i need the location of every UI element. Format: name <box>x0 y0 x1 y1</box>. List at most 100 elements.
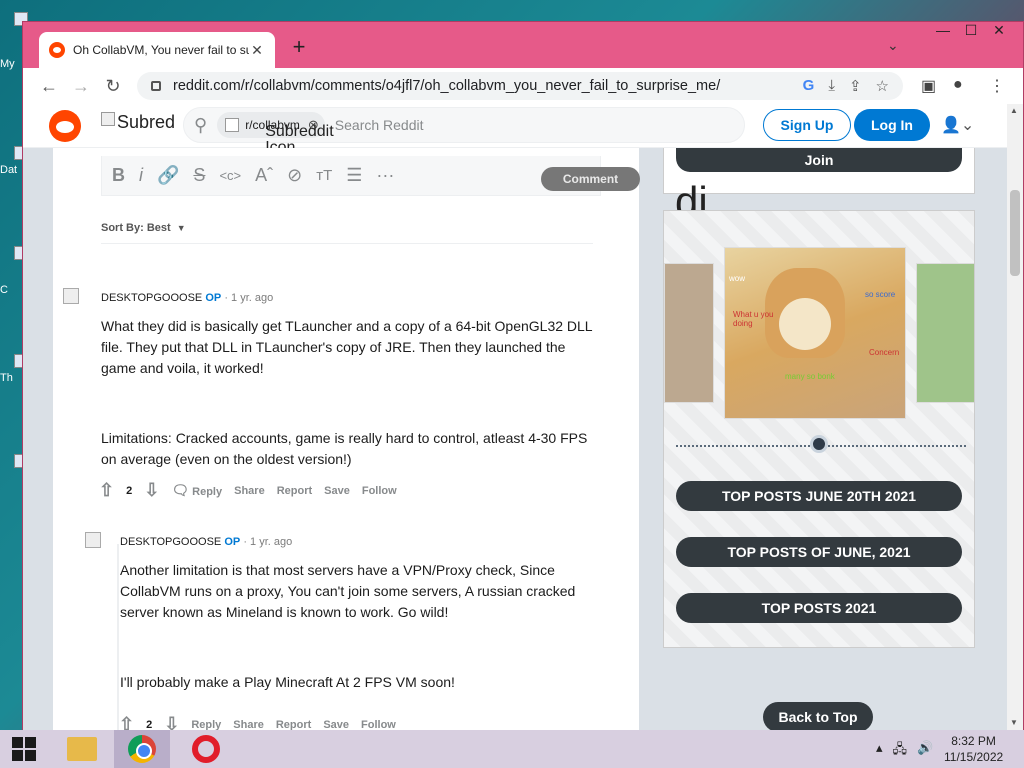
comment-author[interactable]: DESKTOPGOOOSE <box>101 292 202 304</box>
url-text[interactable]: reddit.com/r/collabvm/comments/o4jfl7/oh… <box>173 78 803 94</box>
tab-close-icon[interactable]: ✕ <box>249 42 265 59</box>
bookmark-star-icon[interactable]: ☆ <box>876 77 889 95</box>
new-tab-button[interactable]: + <box>287 36 311 60</box>
meme-text: wow <box>729 274 746 283</box>
sort-dropdown[interactable]: Sort By: Best ▼ <box>101 222 186 234</box>
save-button[interactable]: Save <box>323 719 349 731</box>
comment-paragraph: Another limitation is that most servers … <box>120 562 576 620</box>
reload-icon[interactable]: ↻ <box>97 76 129 97</box>
subreddit-broken-image[interactable]: Subred <box>101 112 175 133</box>
comment-time[interactable]: · 1 yr. ago <box>243 536 292 548</box>
carousel-slide-prev[interactable] <box>664 263 714 403</box>
maximize-button[interactable]: ☐ <box>957 22 985 46</box>
desktop-icon-label-c: C <box>0 284 8 296</box>
desktop-icon-other[interactable] <box>0 454 28 468</box>
taskbar-chrome[interactable] <box>114 730 170 768</box>
comment-actions: ⇧ 2 ⇩ 🗨 Reply Share Report Save Follow <box>99 480 397 501</box>
reply-button[interactable]: Reply <box>191 719 221 731</box>
report-button[interactable]: Report <box>277 485 312 497</box>
desktop-icon-th[interactable] <box>0 354 28 368</box>
back-to-top-button[interactable]: Back to Top <box>763 702 873 731</box>
avatar[interactable] <box>63 288 79 304</box>
search-bar[interactable]: ⚲ r/collabvm ⊗ Subreddit Icon Search Red… <box>183 107 745 156</box>
follow-button[interactable]: Follow <box>361 719 396 731</box>
downvote-icon[interactable]: ⇩ <box>164 714 179 731</box>
desktop-icon-label-my: My <box>0 58 15 70</box>
close-window-button[interactable]: ✕ <box>985 22 1013 46</box>
avatar[interactable] <box>85 532 101 548</box>
forward-arrow-icon[interactable]: → <box>65 76 97 97</box>
doge-meme-image[interactable]: wow so score What u you doing Concern ma… <box>724 247 906 419</box>
chat-bubble-icon: 🗨 <box>171 482 190 498</box>
profile-icon[interactable]: ● <box>953 76 963 94</box>
more-options-icon[interactable]: ··· <box>376 165 394 186</box>
heading-icon[interactable]: тT <box>316 167 332 184</box>
comment-time[interactable]: · 1 yr. ago <box>224 292 273 304</box>
tab-title: Oh CollabVM, You never fail to su <box>73 43 249 57</box>
scroll-down-icon[interactable]: ▼ <box>1010 718 1018 727</box>
taskbar-opera[interactable] <box>178 730 234 768</box>
carousel-indicator[interactable] <box>810 435 828 453</box>
volume-icon[interactable]: 🔊 <box>917 740 933 762</box>
comment-meta: DESKTOPGOOOSE OP · 1 yr. ago <box>101 292 273 304</box>
share-button[interactable]: Share <box>234 485 265 497</box>
system-clock[interactable]: 8:32 PM 11/15/2022 <box>944 733 1003 765</box>
bulleted-list-icon[interactable]: ☰ <box>346 165 362 186</box>
desktop-icon-mycomputer[interactable] <box>0 12 28 26</box>
save-button[interactable]: Save <box>324 485 350 497</box>
user-menu-icon[interactable]: 👤⌄ <box>941 115 974 135</box>
carousel-slide-next[interactable] <box>916 263 974 403</box>
upvote-icon[interactable]: ⇧ <box>99 480 114 501</box>
tab-active[interactable]: Oh CollabVM, You never fail to su ✕ <box>39 32 275 68</box>
reddit-header: Subred ⚲ r/collabvm ⊗ Subreddit Icon Sea… <box>23 104 1007 156</box>
google-icon[interactable]: G <box>803 77 815 95</box>
link-icon[interactable]: 🔗 <box>157 165 179 186</box>
sign-up-button[interactable]: Sign Up <box>763 109 851 141</box>
search-icon: ⚲ <box>194 114 208 135</box>
italic-icon[interactable]: i <box>139 165 143 186</box>
bold-icon[interactable]: B <box>112 165 125 186</box>
downvote-icon[interactable]: ⇩ <box>144 480 159 501</box>
install-icon[interactable]: ⤓ <box>828 77 835 95</box>
comment-author[interactable]: DESKTOPGOOOSE <box>120 536 221 548</box>
side-panel-icon[interactable]: ▣ <box>921 76 936 96</box>
back-arrow-icon[interactable]: ← <box>33 76 65 97</box>
network-icon[interactable]: 🖧 <box>893 740 908 762</box>
upvote-icon[interactable]: ⇧ <box>119 714 134 731</box>
subreddit-chip[interactable]: r/collabvm ⊗ Subreddit Icon <box>217 112 334 156</box>
share-button[interactable]: Share <box>233 719 264 731</box>
desktop-icon-data[interactable] <box>0 146 28 160</box>
top-posts-2021-button[interactable]: TOP POSTS 2021 <box>676 593 962 623</box>
superscript-icon[interactable]: Aˆ <box>255 165 273 186</box>
reply-button[interactable]: 🗨 Reply <box>171 482 222 499</box>
address-bar[interactable]: reddit.com/r/collabvm/comments/o4jfl7/oh… <box>137 72 903 100</box>
spoiler-icon[interactable]: ⊘ <box>287 165 302 186</box>
strikethrough-icon[interactable]: S <box>193 165 205 186</box>
top-posts-june-button[interactable]: TOP POSTS OF JUNE, 2021 <box>676 537 962 567</box>
top-posts-june-20th-button[interactable]: TOP POSTS JUNE 20TH 2021 <box>676 481 962 511</box>
comment-editor-toolbar: B i 🔗 S <c> Aˆ ⊘ тT ☰ ··· Comment <box>101 156 640 196</box>
scroll-up-icon[interactable]: ▲ <box>1010 106 1018 115</box>
scrollbar-thumb[interactable] <box>1010 190 1020 276</box>
chrome-menu-icon[interactable]: ⋮ <box>989 76 1005 96</box>
minimize-button[interactable]: — <box>929 22 957 46</box>
log-in-button[interactable]: Log In <box>854 109 930 141</box>
comment-button[interactable]: Comment <box>541 167 640 191</box>
share-icon[interactable]: ⇪ <box>849 77 862 95</box>
reddit-logo-icon[interactable] <box>49 110 81 142</box>
thread-line[interactable] <box>117 544 119 731</box>
reply-label: Reply <box>192 486 223 498</box>
tab-search-icon[interactable]: ⌄ <box>887 37 899 54</box>
join-button[interactable]: Join <box>676 148 962 172</box>
meme-text: many so bonk <box>785 372 835 381</box>
folder-icon <box>67 737 97 761</box>
lock-icon <box>151 81 161 91</box>
desktop-icon-c[interactable] <box>0 246 28 260</box>
page-scrollbar[interactable]: ▲ ▼ <box>1007 104 1023 731</box>
taskbar-explorer[interactable] <box>54 730 110 768</box>
start-button[interactable] <box>0 730 48 768</box>
inline-code-icon[interactable]: <c> <box>219 168 241 183</box>
show-hidden-icons-icon[interactable]: ▴ <box>876 740 883 762</box>
follow-button[interactable]: Follow <box>362 485 397 497</box>
report-button[interactable]: Report <box>276 719 311 731</box>
